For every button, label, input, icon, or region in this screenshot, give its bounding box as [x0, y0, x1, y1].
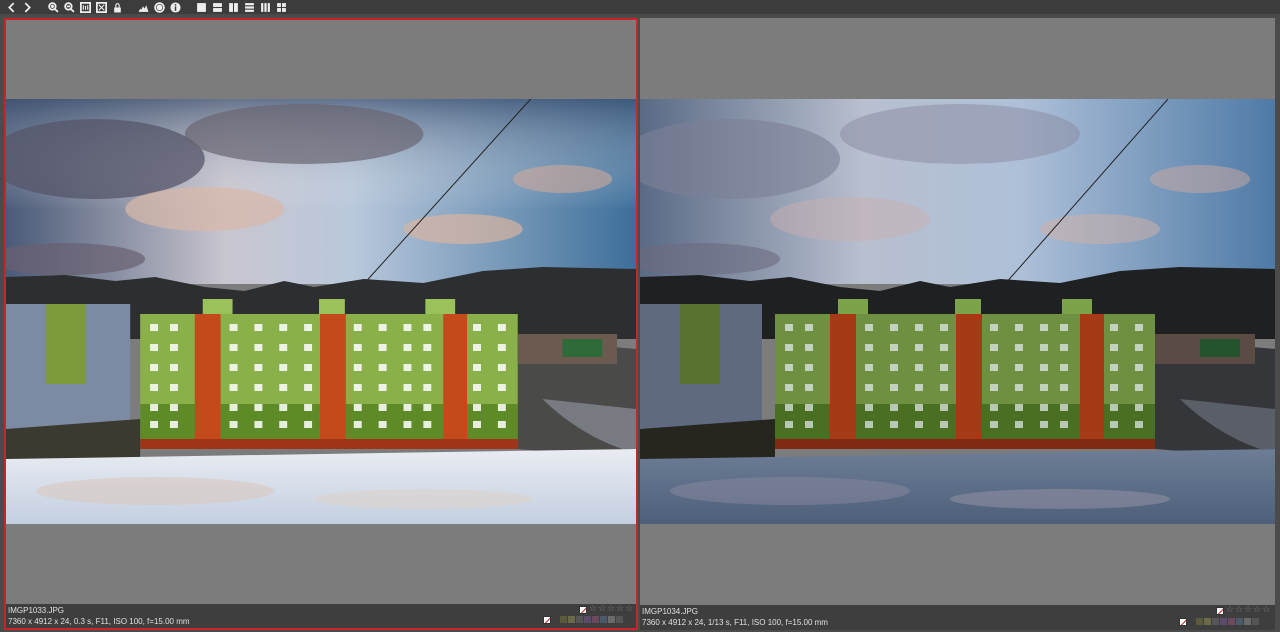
star-icon[interactable]: ☆: [1244, 606, 1252, 615]
filename-label: IMGP1033.JPG: [8, 606, 65, 615]
color-label-swatch[interactable]: [1244, 618, 1251, 625]
color-labels: [543, 616, 623, 624]
color-labels: [1179, 618, 1259, 626]
filename-label: IMGP1034.JPG: [642, 607, 699, 616]
histogram-icon[interactable]: [136, 1, 150, 14]
left-image-pane[interactable]: IMGP1033.JPG 7360 x 4912 x 24, 0.3 s, F1…: [4, 18, 638, 630]
color-label-swatch[interactable]: [1212, 618, 1219, 625]
zoom-100-button[interactable]: [78, 1, 92, 14]
color-label-swatch[interactable]: [592, 616, 599, 623]
color-label-swatch[interactable]: [1204, 618, 1211, 625]
photo-left[interactable]: [6, 99, 636, 524]
next-image-button[interactable]: [20, 1, 34, 14]
color-label-swatch[interactable]: [1252, 618, 1259, 625]
zoom-in-button[interactable]: [46, 1, 60, 14]
toolbar: [0, 0, 1280, 14]
star-icon[interactable]: ☆: [1262, 606, 1270, 615]
right-image-pane[interactable]: IMGP1034.JPG 7360 x 4912 x 24, 1/13 s, F…: [640, 18, 1275, 630]
color-label-swatch[interactable]: [560, 616, 567, 623]
info-icon[interactable]: [168, 1, 182, 14]
star-icon[interactable]: ☆: [589, 605, 597, 614]
info-bar-right: IMGP1034.JPG 7360 x 4912 x 24, 1/13 s, F…: [640, 605, 1275, 630]
color-label-swatch[interactable]: [1236, 618, 1243, 625]
color-label-swatch[interactable]: [552, 616, 559, 623]
layout-three-columns-icon[interactable]: [258, 1, 272, 14]
fit-to-window-button[interactable]: [94, 1, 108, 14]
layout-two-columns-icon[interactable]: [226, 1, 240, 14]
rating-stars[interactable]: ☆ ☆ ☆ ☆ ☆: [1226, 606, 1270, 615]
star-icon[interactable]: ☆: [625, 605, 633, 614]
zoom-out-button[interactable]: [62, 1, 76, 14]
color-label-swatch[interactable]: [584, 616, 591, 623]
color-label-swatch[interactable]: [600, 616, 607, 623]
color-label-swatch[interactable]: [608, 616, 615, 623]
layout-single-icon[interactable]: [194, 1, 208, 14]
color-label-swatch[interactable]: [616, 616, 623, 623]
star-icon[interactable]: ☆: [607, 605, 615, 614]
rating-stars[interactable]: ☆ ☆ ☆ ☆ ☆: [589, 605, 633, 614]
reject-icon[interactable]: [1216, 607, 1224, 615]
star-icon[interactable]: ☆: [598, 605, 606, 614]
compare-view: IMGP1033.JPG 7360 x 4912 x 24, 0.3 s, F1…: [0, 18, 1280, 632]
exif-info-label: 7360 x 4912 x 24, 1/13 s, F11, ISO 100, …: [642, 618, 828, 627]
layout-three-rows-icon[interactable]: [242, 1, 256, 14]
star-icon[interactable]: ☆: [1226, 606, 1234, 615]
star-icon[interactable]: ☆: [1253, 606, 1261, 615]
clear-color-label-icon[interactable]: [543, 616, 551, 624]
layout-two-rows-icon[interactable]: [210, 1, 224, 14]
layout-grid-icon[interactable]: [274, 1, 288, 14]
exif-info-label: 7360 x 4912 x 24, 0.3 s, F11, ISO 100, f…: [8, 617, 190, 626]
reject-icon[interactable]: [579, 606, 587, 614]
color-label-swatch[interactable]: [1228, 618, 1235, 625]
clear-color-label-icon[interactable]: [1179, 618, 1187, 626]
previous-image-button[interactable]: [4, 1, 18, 14]
photo-right[interactable]: [640, 99, 1275, 524]
color-label-swatch[interactable]: [1188, 618, 1195, 625]
focus-point-icon[interactable]: [152, 1, 166, 14]
color-label-swatch[interactable]: [1196, 618, 1203, 625]
star-icon[interactable]: ☆: [1235, 606, 1243, 615]
lock-icon[interactable]: [110, 1, 124, 14]
color-label-swatch[interactable]: [568, 616, 575, 623]
info-bar-left: IMGP1033.JPG 7360 x 4912 x 24, 0.3 s, F1…: [6, 604, 636, 628]
color-label-swatch[interactable]: [576, 616, 583, 623]
color-label-swatch[interactable]: [1220, 618, 1227, 625]
star-icon[interactable]: ☆: [616, 605, 624, 614]
